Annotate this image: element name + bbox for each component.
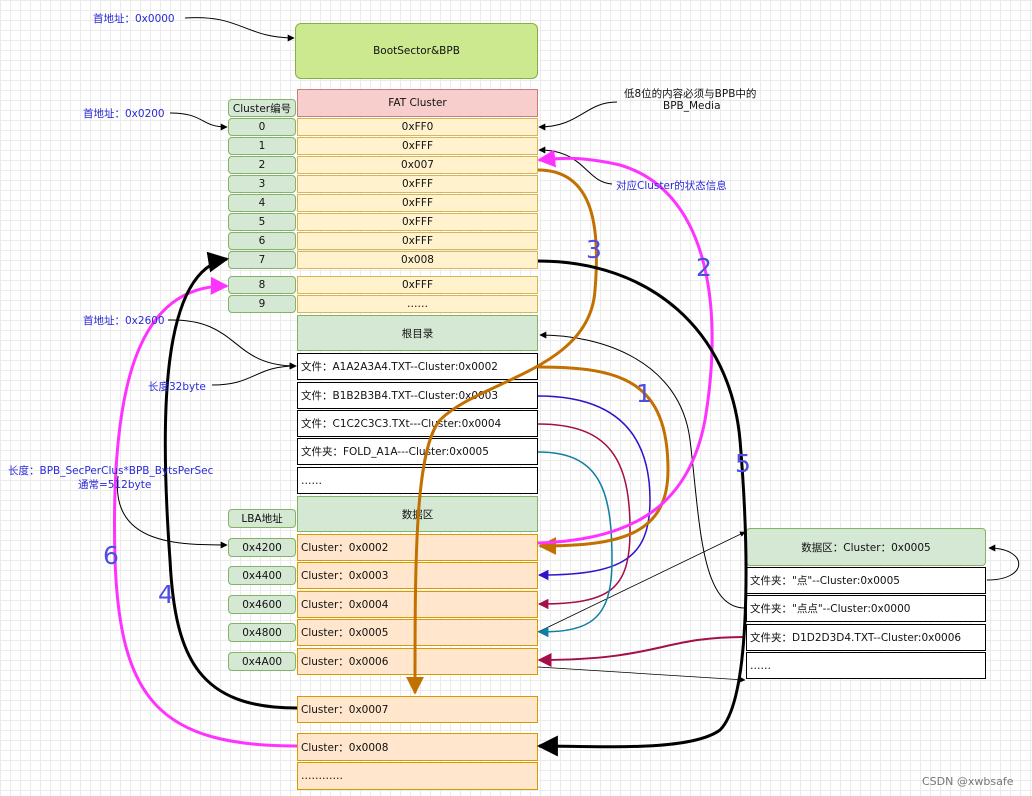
label-addr-0200: 首地址：0x0200 [83,108,165,120]
pointer-len32 [211,362,297,386]
link-cluster7-fat7 [163,251,298,710]
label-len-sec-2: 通常=512byte [78,479,152,491]
pointer-dot-self [986,544,1019,581]
note-bpb-media-2: BPB_Media [663,100,721,112]
pointer-cluster5-sub [537,531,746,633]
label-addr-2600: 首地址：0x2600 [83,315,165,327]
step-number: 5 [735,449,751,478]
link-cluster2-fat2 [537,149,714,545]
link-c1-cluster4 [537,423,631,610]
pointer-dot-dot [539,331,746,609]
step-number: 3 [586,235,602,264]
pointer-addr-0000 [184,17,295,42]
link-b1-cluster3 [537,395,651,581]
watermark: CSDN @xwbsafe [922,775,1014,788]
pointer-status [538,146,613,185]
step-number: 4 [158,580,174,609]
step-number: 2 [696,253,712,282]
link-fat2-cluster7 [406,168,598,695]
step-number: 1 [636,379,652,408]
pointer-cluster6-sub [537,666,746,683]
note-bpb-media: 低8位的内容必须与BPB中的 [624,88,757,100]
label-len32: 长度32byte [148,381,206,393]
pointer-bpb-media [538,101,618,131]
pointer-addr-2600 [167,319,297,370]
link-d1-cluster6 [537,636,746,667]
link-cluster8-fat8 [113,276,298,748]
label-addr-0000: 首地址：0x0000 [93,13,175,25]
label-len-sec: 长度：BPB_SecPerClus*BPB_BytsPerSec [8,465,214,477]
note-status: 对应Cluster的状态信息 [616,180,727,192]
step-number: 6 [103,541,119,570]
pointer-addr-0200 [169,112,228,131]
